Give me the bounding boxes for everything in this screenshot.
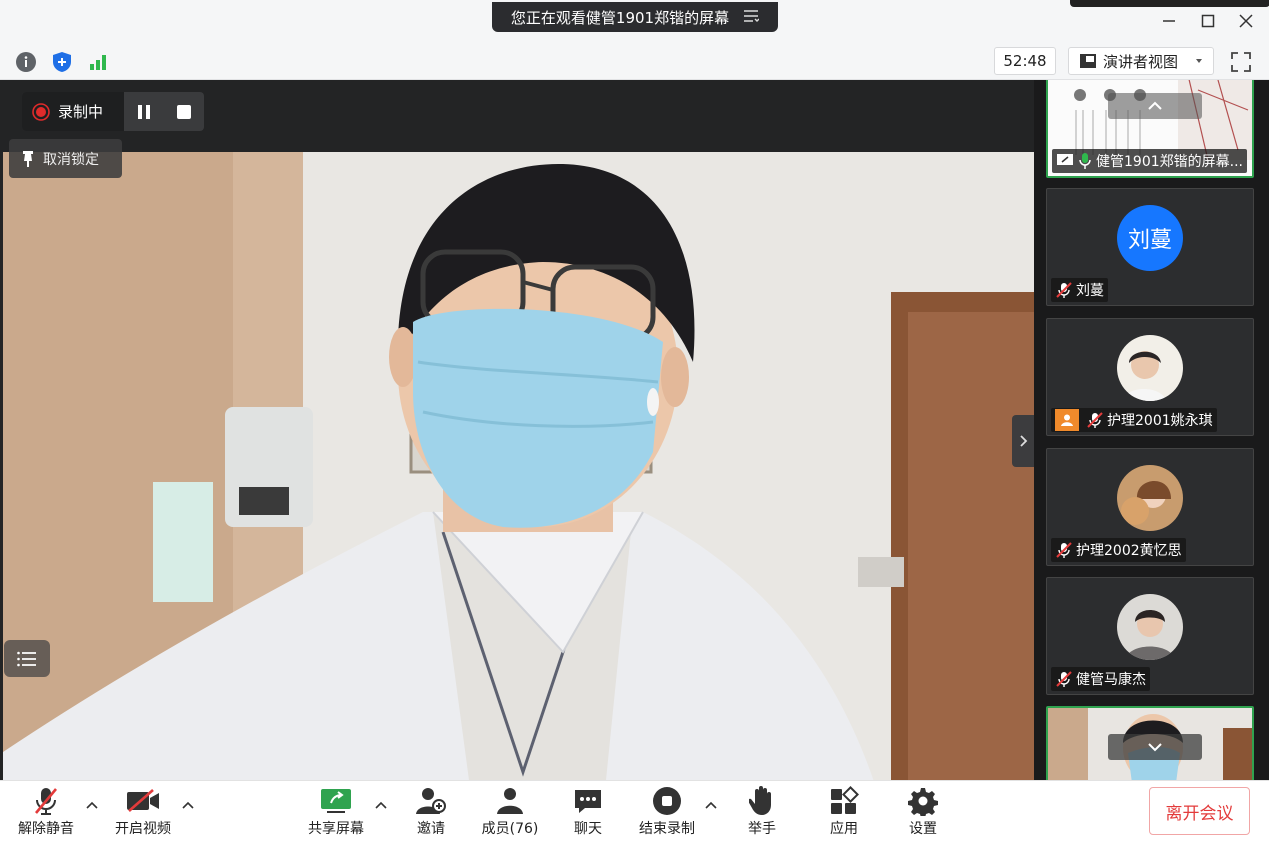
avatar xyxy=(1117,465,1183,531)
camera-off-icon xyxy=(127,789,159,812)
mic-muted-icon xyxy=(1056,542,1072,558)
unpin-button[interactable]: 取消锁定 xyxy=(9,139,122,178)
tile-name: 刘蔓 xyxy=(1076,283,1104,299)
avatar xyxy=(1117,335,1183,401)
invite-label: 邀请 xyxy=(417,821,445,837)
recording-indicator: 录制中 xyxy=(22,92,124,131)
view-mode-label: 演讲者视图 xyxy=(1103,52,1179,71)
top-edge-strip xyxy=(1070,0,1269,7)
unmute-button[interactable]: 解除静音 xyxy=(14,784,78,840)
participant-tile[interactable]: 刘蔓 刘蔓 xyxy=(1046,188,1254,306)
gear-icon xyxy=(908,788,938,816)
meeting-timer: 52:48 xyxy=(994,47,1056,75)
members-label: 成员(76) xyxy=(481,821,539,837)
stop-record-icon xyxy=(653,787,681,815)
settings-label: 设置 xyxy=(909,821,937,837)
shield-icon[interactable] xyxy=(50,50,74,74)
pin-icon xyxy=(23,150,33,167)
menu-icon[interactable] xyxy=(743,8,760,27)
tile-tag: 护理2002黄忆思 xyxy=(1051,538,1186,562)
main-video-area xyxy=(0,80,1034,810)
tile-name: 健管1901郑锴的屏幕... xyxy=(1096,154,1243,170)
list-icon[interactable] xyxy=(4,640,50,677)
unpin-label: 取消锁定 xyxy=(43,151,99,168)
mic-muted-icon xyxy=(1087,412,1103,428)
start-video-button[interactable]: 开启视频 xyxy=(110,784,176,840)
stop-recording-label: 结束录制 xyxy=(639,821,695,837)
view-mode-dropdown[interactable]: 演讲者视图 xyxy=(1068,47,1214,75)
tile-tag: 刘蔓 xyxy=(1051,278,1108,302)
minimize-icon[interactable] xyxy=(1154,8,1184,34)
fullscreen-icon[interactable] xyxy=(1228,49,1254,75)
mic-muted-icon xyxy=(35,788,57,815)
participant-tile[interactable]: 健管马康杰 xyxy=(1046,577,1254,695)
members-button[interactable]: 成员(76) xyxy=(478,784,542,840)
viewing-banner[interactable]: 您正在观看健管1901郑锴的屏幕 xyxy=(492,2,778,32)
pause-icon xyxy=(138,104,150,119)
screen-share-icon xyxy=(1057,154,1073,165)
speaker-video xyxy=(3,152,1034,810)
apps-icon xyxy=(831,786,859,814)
tile-tag: 护理2001姚永琪 xyxy=(1051,408,1217,432)
members-icon xyxy=(497,788,523,814)
tile-tag: 健管马康杰 xyxy=(1051,667,1150,691)
layout-icon xyxy=(1080,54,1096,68)
recording-label: 录制中 xyxy=(58,103,104,121)
tile-name: 健管马康杰 xyxy=(1076,672,1146,688)
stop-recording-button[interactable] xyxy=(164,92,204,131)
share-screen-label: 共享屏幕 xyxy=(308,821,364,837)
record-dot-icon xyxy=(32,102,50,121)
hand-icon xyxy=(749,786,771,815)
chevron-up-icon[interactable] xyxy=(85,798,99,812)
add-user-icon xyxy=(416,788,446,814)
participant-tile[interactable]: 护理2002黄忆思 xyxy=(1046,448,1254,566)
invite-button[interactable]: 邀请 xyxy=(406,784,456,840)
chevron-up-icon[interactable] xyxy=(1108,93,1202,119)
share-screen-button[interactable]: 共享屏幕 xyxy=(303,784,369,840)
tile-tag: 健管1901郑锴的屏幕... xyxy=(1052,149,1247,173)
chevron-up-icon[interactable] xyxy=(374,798,388,812)
stop-recording-toolbar-button[interactable]: 结束录制 xyxy=(634,784,700,840)
raise-hand-label: 举手 xyxy=(748,821,776,837)
chat-icon xyxy=(575,790,601,813)
chat-label: 聊天 xyxy=(574,821,602,837)
person-badge-icon xyxy=(1055,409,1079,431)
viewing-banner-text: 您正在观看健管1901郑锴的屏幕 xyxy=(510,8,730,27)
participant-tile[interactable]: 护理2001姚永琪 xyxy=(1046,318,1254,436)
apps-button[interactable]: 应用 xyxy=(822,784,866,840)
close-icon[interactable] xyxy=(1231,8,1261,34)
mic-muted-icon xyxy=(1056,282,1072,298)
mic-muted-icon xyxy=(1056,671,1072,687)
leave-meeting-button[interactable]: 离开会议 xyxy=(1149,787,1250,835)
avatar xyxy=(1117,594,1183,660)
avatar: 刘蔓 xyxy=(1117,205,1183,271)
stop-icon xyxy=(177,104,191,119)
tile-name: 护理2002黄忆思 xyxy=(1076,543,1182,559)
tile-name: 护理2001姚永琪 xyxy=(1107,413,1213,429)
start-video-label: 开启视频 xyxy=(115,821,171,837)
maximize-icon[interactable] xyxy=(1193,8,1223,34)
chevron-down-icon xyxy=(1196,59,1203,63)
unmute-label: 解除静音 xyxy=(18,821,74,837)
signal-icon[interactable] xyxy=(86,50,110,74)
chevron-up-icon[interactable] xyxy=(704,798,718,812)
raise-hand-button[interactable]: 举手 xyxy=(740,784,784,840)
recording-status-pill: 录制中 xyxy=(22,92,204,131)
pause-recording-button[interactable] xyxy=(124,92,164,131)
chevron-up-icon[interactable] xyxy=(181,798,195,812)
apps-label: 应用 xyxy=(830,821,858,837)
chevron-down-icon[interactable] xyxy=(1108,734,1202,760)
settings-button[interactable]: 设置 xyxy=(901,784,945,840)
chat-button[interactable]: 聊天 xyxy=(566,784,610,840)
info-icon[interactable] xyxy=(14,50,38,74)
share-screen-icon xyxy=(321,789,351,813)
chevron-right-icon[interactable] xyxy=(1012,415,1036,467)
mic-on-icon xyxy=(1079,153,1091,169)
participant-sidebar: 健管1901郑锴的屏幕... 刘蔓 刘蔓 护理2001姚永琪 护理2002黄忆思 xyxy=(1034,80,1269,780)
